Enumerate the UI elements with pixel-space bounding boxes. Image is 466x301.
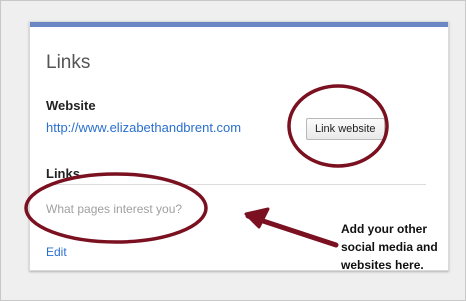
website-section-label: Website <box>46 98 96 113</box>
section-divider <box>46 184 426 185</box>
annotation-line: websites here. <box>341 258 424 272</box>
link-website-button[interactable]: Link website <box>306 118 385 140</box>
card-accent-bar <box>30 22 448 27</box>
links-input[interactable] <box>46 202 266 216</box>
card-title: Links <box>46 52 91 73</box>
annotation-line: social media and <box>341 240 438 254</box>
website-url-link[interactable]: http://www.elizabethandbrent.com <box>46 120 241 135</box>
annotation-line: Add your other <box>341 222 427 236</box>
links-section-label: Links <box>46 166 80 181</box>
edit-link[interactable]: Edit <box>46 245 67 259</box>
annotation-text: Add your other social media and websites… <box>341 220 459 274</box>
